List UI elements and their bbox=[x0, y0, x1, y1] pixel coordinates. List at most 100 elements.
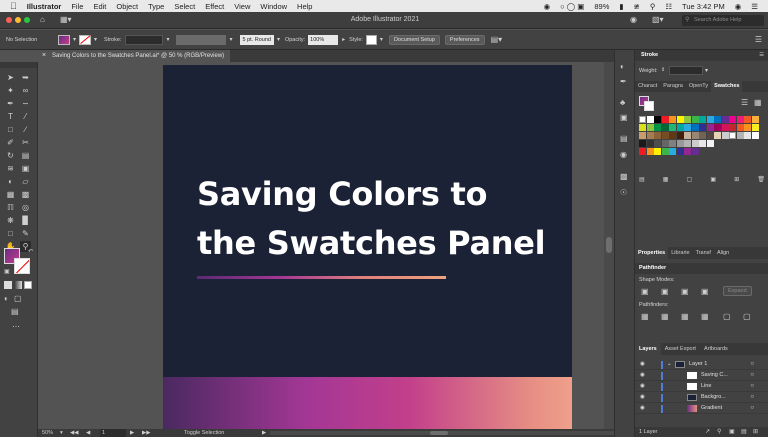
close-button[interactable] bbox=[6, 17, 12, 23]
type-tool-icon[interactable]: T bbox=[5, 111, 16, 122]
swatch[interactable] bbox=[684, 124, 691, 131]
appearance-panel-icon[interactable]: ▤ bbox=[620, 134, 628, 143]
symbol-sprayer-tool-icon[interactable]: ❋ bbox=[5, 215, 16, 226]
wifi-icon[interactable]: ≇ bbox=[634, 2, 640, 11]
tab-properties[interactable]: Properties bbox=[635, 247, 669, 259]
scissors-tool-icon[interactable]: ✂ bbox=[20, 137, 31, 148]
swatch[interactable] bbox=[646, 140, 654, 147]
collect-export-icon[interactable]: ↗ bbox=[705, 427, 710, 437]
eyedropper-tool-icon[interactable]: ℿ bbox=[5, 202, 16, 213]
tab-character[interactable]: Charact bbox=[635, 81, 660, 92]
swatch[interactable] bbox=[661, 132, 669, 139]
merge-icon[interactable]: ▦ bbox=[681, 312, 689, 321]
new-sublayer-icon[interactable]: ▤ bbox=[741, 427, 747, 437]
visibility-icon[interactable]: ◉ bbox=[640, 392, 645, 403]
swatch[interactable] bbox=[699, 124, 706, 131]
prev-artboard-icon[interactable]: ◀ bbox=[86, 429, 90, 437]
swatch[interactable] bbox=[736, 116, 744, 123]
swatch[interactable] bbox=[706, 140, 714, 147]
swatch[interactable] bbox=[751, 132, 759, 139]
none-mode-icon[interactable] bbox=[24, 281, 32, 289]
document-setup-button[interactable]: Document Setup bbox=[388, 34, 440, 45]
clock[interactable]: Tue 3:42 PM bbox=[682, 2, 725, 11]
swatch[interactable] bbox=[706, 132, 714, 139]
swatch[interactable] bbox=[654, 116, 661, 123]
layer-name[interactable]: Line bbox=[701, 381, 711, 392]
swatch[interactable] bbox=[729, 124, 736, 131]
home-icon[interactable]: ⌂ bbox=[40, 15, 45, 24]
creative-cloud-icon[interactable]: ◉ bbox=[544, 2, 551, 11]
color-panel-icon[interactable]: ◐ bbox=[620, 62, 625, 71]
swatch[interactable] bbox=[639, 148, 646, 155]
menu-window[interactable]: Window bbox=[260, 2, 287, 11]
layer-row[interactable]: ◉ Gradient ○ bbox=[635, 403, 768, 414]
weight-stepper-icon[interactable]: ⇕ bbox=[661, 67, 665, 73]
delete-swatch-icon[interactable]: 🗑 bbox=[757, 176, 765, 183]
swatch[interactable] bbox=[691, 148, 699, 155]
transparency-panel-icon[interactable]: ◉ bbox=[620, 150, 627, 159]
scale-tool-icon[interactable]: ▤ bbox=[20, 150, 31, 161]
current-tool-status[interactable]: Toggle Selection bbox=[184, 429, 224, 437]
swatch[interactable] bbox=[706, 124, 714, 131]
opacity-arrow[interactable]: ▸ bbox=[342, 36, 345, 43]
app-menu[interactable]: Illustrator bbox=[27, 2, 62, 11]
menu-view[interactable]: View bbox=[234, 2, 250, 11]
stroke-weight-input[interactable] bbox=[125, 34, 164, 45]
slice-tool-icon[interactable]: ✎ bbox=[20, 228, 31, 239]
perspective-tool-icon[interactable]: ▱ bbox=[20, 176, 31, 187]
zoom-button[interactable] bbox=[24, 17, 30, 23]
align-options-icon[interactable]: ▤▾ bbox=[491, 35, 503, 44]
swatch[interactable] bbox=[699, 116, 706, 123]
tab-close-icon[interactable]: × bbox=[42, 50, 46, 62]
swatch[interactable] bbox=[714, 116, 721, 123]
curvature-tool-icon[interactable]: ∽ bbox=[20, 98, 31, 109]
swatch[interactable] bbox=[676, 140, 684, 147]
swatch[interactable] bbox=[654, 140, 661, 147]
swatch[interactable] bbox=[721, 132, 729, 139]
layer-name[interactable]: Layer 1 bbox=[689, 359, 707, 370]
symbols-panel-icon[interactable]: ♣ bbox=[620, 98, 625, 107]
gradient-rectangle[interactable] bbox=[163, 377, 572, 429]
crop-icon[interactable]: ▦ bbox=[701, 312, 709, 321]
tab-artboards[interactable]: Artboards bbox=[700, 343, 732, 355]
search-icon[interactable]: ⚲ bbox=[650, 2, 656, 11]
stroke-indicator[interactable] bbox=[14, 258, 30, 274]
swap-colors-icon[interactable]: ↶ bbox=[28, 248, 33, 255]
layer-name[interactable]: Saving C... bbox=[701, 370, 728, 381]
swatch[interactable] bbox=[684, 140, 691, 147]
lasso-tool-icon[interactable]: ∞ bbox=[20, 85, 31, 96]
variable-width-profile[interactable] bbox=[176, 34, 227, 45]
swatch[interactable] bbox=[639, 140, 646, 147]
swatch[interactable] bbox=[646, 116, 654, 123]
swatch[interactable] bbox=[706, 116, 714, 123]
gradient-tool-icon[interactable]: ▩ bbox=[20, 189, 31, 200]
magic-wand-tool-icon[interactable]: ✦ bbox=[5, 85, 16, 96]
style-dropdown[interactable]: ▾ bbox=[380, 36, 383, 43]
vertical-scroll-thumb[interactable] bbox=[606, 237, 612, 253]
swatch[interactable] bbox=[654, 124, 661, 131]
clipping-mask-icon[interactable]: ▣ bbox=[729, 427, 735, 437]
mesh-tool-icon[interactable]: ▦ bbox=[5, 189, 16, 200]
swatch[interactable] bbox=[661, 116, 669, 123]
gradient-panel-icon[interactable]: ▩ bbox=[620, 172, 628, 181]
tab-paragraph[interactable]: Paragra bbox=[660, 81, 686, 92]
visibility-icon[interactable]: ◉ bbox=[640, 359, 645, 370]
layer-row[interactable]: ◉ Saving C... ○ bbox=[635, 370, 768, 381]
rotate-tool-icon[interactable]: ↻ bbox=[5, 150, 16, 161]
new-layer-icon[interactable]: ⊞ bbox=[753, 427, 758, 437]
swatch[interactable] bbox=[736, 124, 744, 131]
artwork-headline[interactable]: Saving Colors to the Swatches Panel bbox=[197, 170, 567, 268]
control-menu-icon[interactable]: ☰ bbox=[755, 35, 762, 44]
stroke-weight-dropdown[interactable]: ▾ bbox=[166, 36, 169, 43]
layer-row[interactable]: ◉ ⌄ Layer 1 ○ bbox=[635, 359, 768, 370]
next-artboard-icon[interactable]: ▶ bbox=[130, 429, 134, 437]
swatch[interactable] bbox=[744, 132, 751, 139]
links-panel-icon[interactable]: ☉ bbox=[620, 188, 627, 197]
tab-libraries[interactable]: Librarie bbox=[668, 247, 692, 259]
swatch[interactable] bbox=[691, 124, 699, 131]
minus-front-icon[interactable]: ▣ bbox=[661, 287, 669, 296]
default-colors-icon[interactable]: ▣ bbox=[4, 268, 10, 275]
menu-edit[interactable]: Edit bbox=[93, 2, 106, 11]
workspace-switcher-icon[interactable]: ▦▾ bbox=[60, 15, 72, 24]
status-arrow-icon[interactable]: ▶ bbox=[262, 429, 266, 437]
